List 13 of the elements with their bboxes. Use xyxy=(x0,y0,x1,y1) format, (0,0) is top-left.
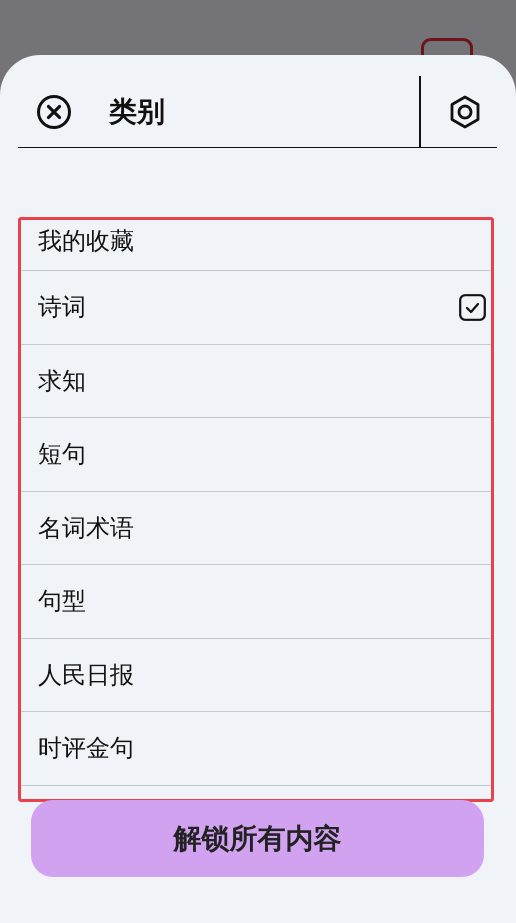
category-label[interactable]: 求知 xyxy=(38,364,86,397)
checkbox[interactable] xyxy=(459,294,486,321)
close-icon[interactable] xyxy=(36,94,72,130)
category-label[interactable]: 我的收藏 xyxy=(38,225,134,257)
settings-icon[interactable] xyxy=(449,94,481,128)
category-label[interactable]: 时评金句 xyxy=(38,732,134,764)
category-label[interactable]: 诗词 xyxy=(38,291,86,324)
sheet-title: 类别 xyxy=(109,94,166,130)
category-label[interactable]: 人民日报 xyxy=(38,658,134,691)
category-label[interactable]: 名词术语 xyxy=(38,512,134,544)
category-label[interactable]: 短句 xyxy=(38,438,86,470)
category-label[interactable]: 句型 xyxy=(38,585,86,618)
unlock-button[interactable]: 解锁所有内容 xyxy=(31,800,484,877)
